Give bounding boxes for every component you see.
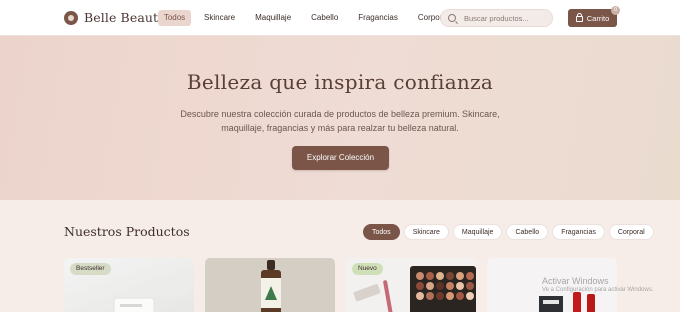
category-filters: Todos Skincare Maquillaje Cabello Fragan… xyxy=(363,224,654,240)
new-badge: Nuevo xyxy=(352,263,383,275)
nav-item-todos[interactable]: Todos xyxy=(158,10,191,26)
shopping-bag-icon xyxy=(575,13,583,22)
windows-activation-watermark: Activar Windows Ve a Configuración para … xyxy=(542,276,653,293)
cart-button[interactable]: Carrito 0 xyxy=(568,6,620,27)
filter-chip-fragancias[interactable]: Fragancias xyxy=(552,224,605,240)
product-card[interactable]: Bestseller xyxy=(64,258,194,312)
filter-chip-todos[interactable]: Todos xyxy=(363,224,400,240)
cart-count-badge: 0 xyxy=(611,6,620,15)
hero-subtitle: Descubre nuestra colección curada de pro… xyxy=(180,109,500,133)
brand-name: Belle Beauty xyxy=(84,10,166,25)
product-card[interactable] xyxy=(205,258,335,312)
products-section-title: Nuestros Productos xyxy=(64,224,190,239)
site-header: Belle Beauty Todos Skincare Maquillaje C… xyxy=(0,0,680,36)
search-box xyxy=(440,9,553,27)
bestseller-badge: Bestseller xyxy=(70,263,111,275)
product-card[interactable]: Nuevo xyxy=(346,258,476,312)
nav-item-skincare[interactable]: Skincare xyxy=(197,10,242,26)
watermark-title: Activar Windows xyxy=(542,276,609,286)
flower-logo-icon xyxy=(64,10,78,25)
hero-banner: Belleza que inspira confianza Descubre n… xyxy=(0,36,680,200)
filter-chip-cabello[interactable]: Cabello xyxy=(506,224,549,240)
filter-chip-corporal[interactable]: Corporal xyxy=(608,224,654,240)
nav-item-maquillaje[interactable]: Maquillaje xyxy=(248,10,298,26)
search-input[interactable] xyxy=(464,13,552,23)
filter-chip-maquillaje[interactable]: Maquillaje xyxy=(452,224,503,240)
dropper-bottle-image xyxy=(261,260,281,312)
hero-title: Belleza que inspira confianza xyxy=(186,70,494,94)
search-icon xyxy=(448,14,456,22)
main-nav: Todos Skincare Maquillaje Cabello Fragan… xyxy=(158,10,456,26)
brand-logo[interactable]: Belle Beauty xyxy=(64,10,165,25)
watermark-subtitle: Ve a Configuración para activar Windows. xyxy=(542,287,654,293)
explore-collection-button[interactable]: Explorar Colección xyxy=(292,146,389,170)
nav-item-cabello[interactable]: Cabello xyxy=(304,10,345,26)
nav-item-fragancias[interactable]: Fragancias xyxy=(351,10,405,26)
filter-chip-skincare[interactable]: Skincare xyxy=(403,224,449,240)
cart-label: Carrito xyxy=(586,13,610,23)
